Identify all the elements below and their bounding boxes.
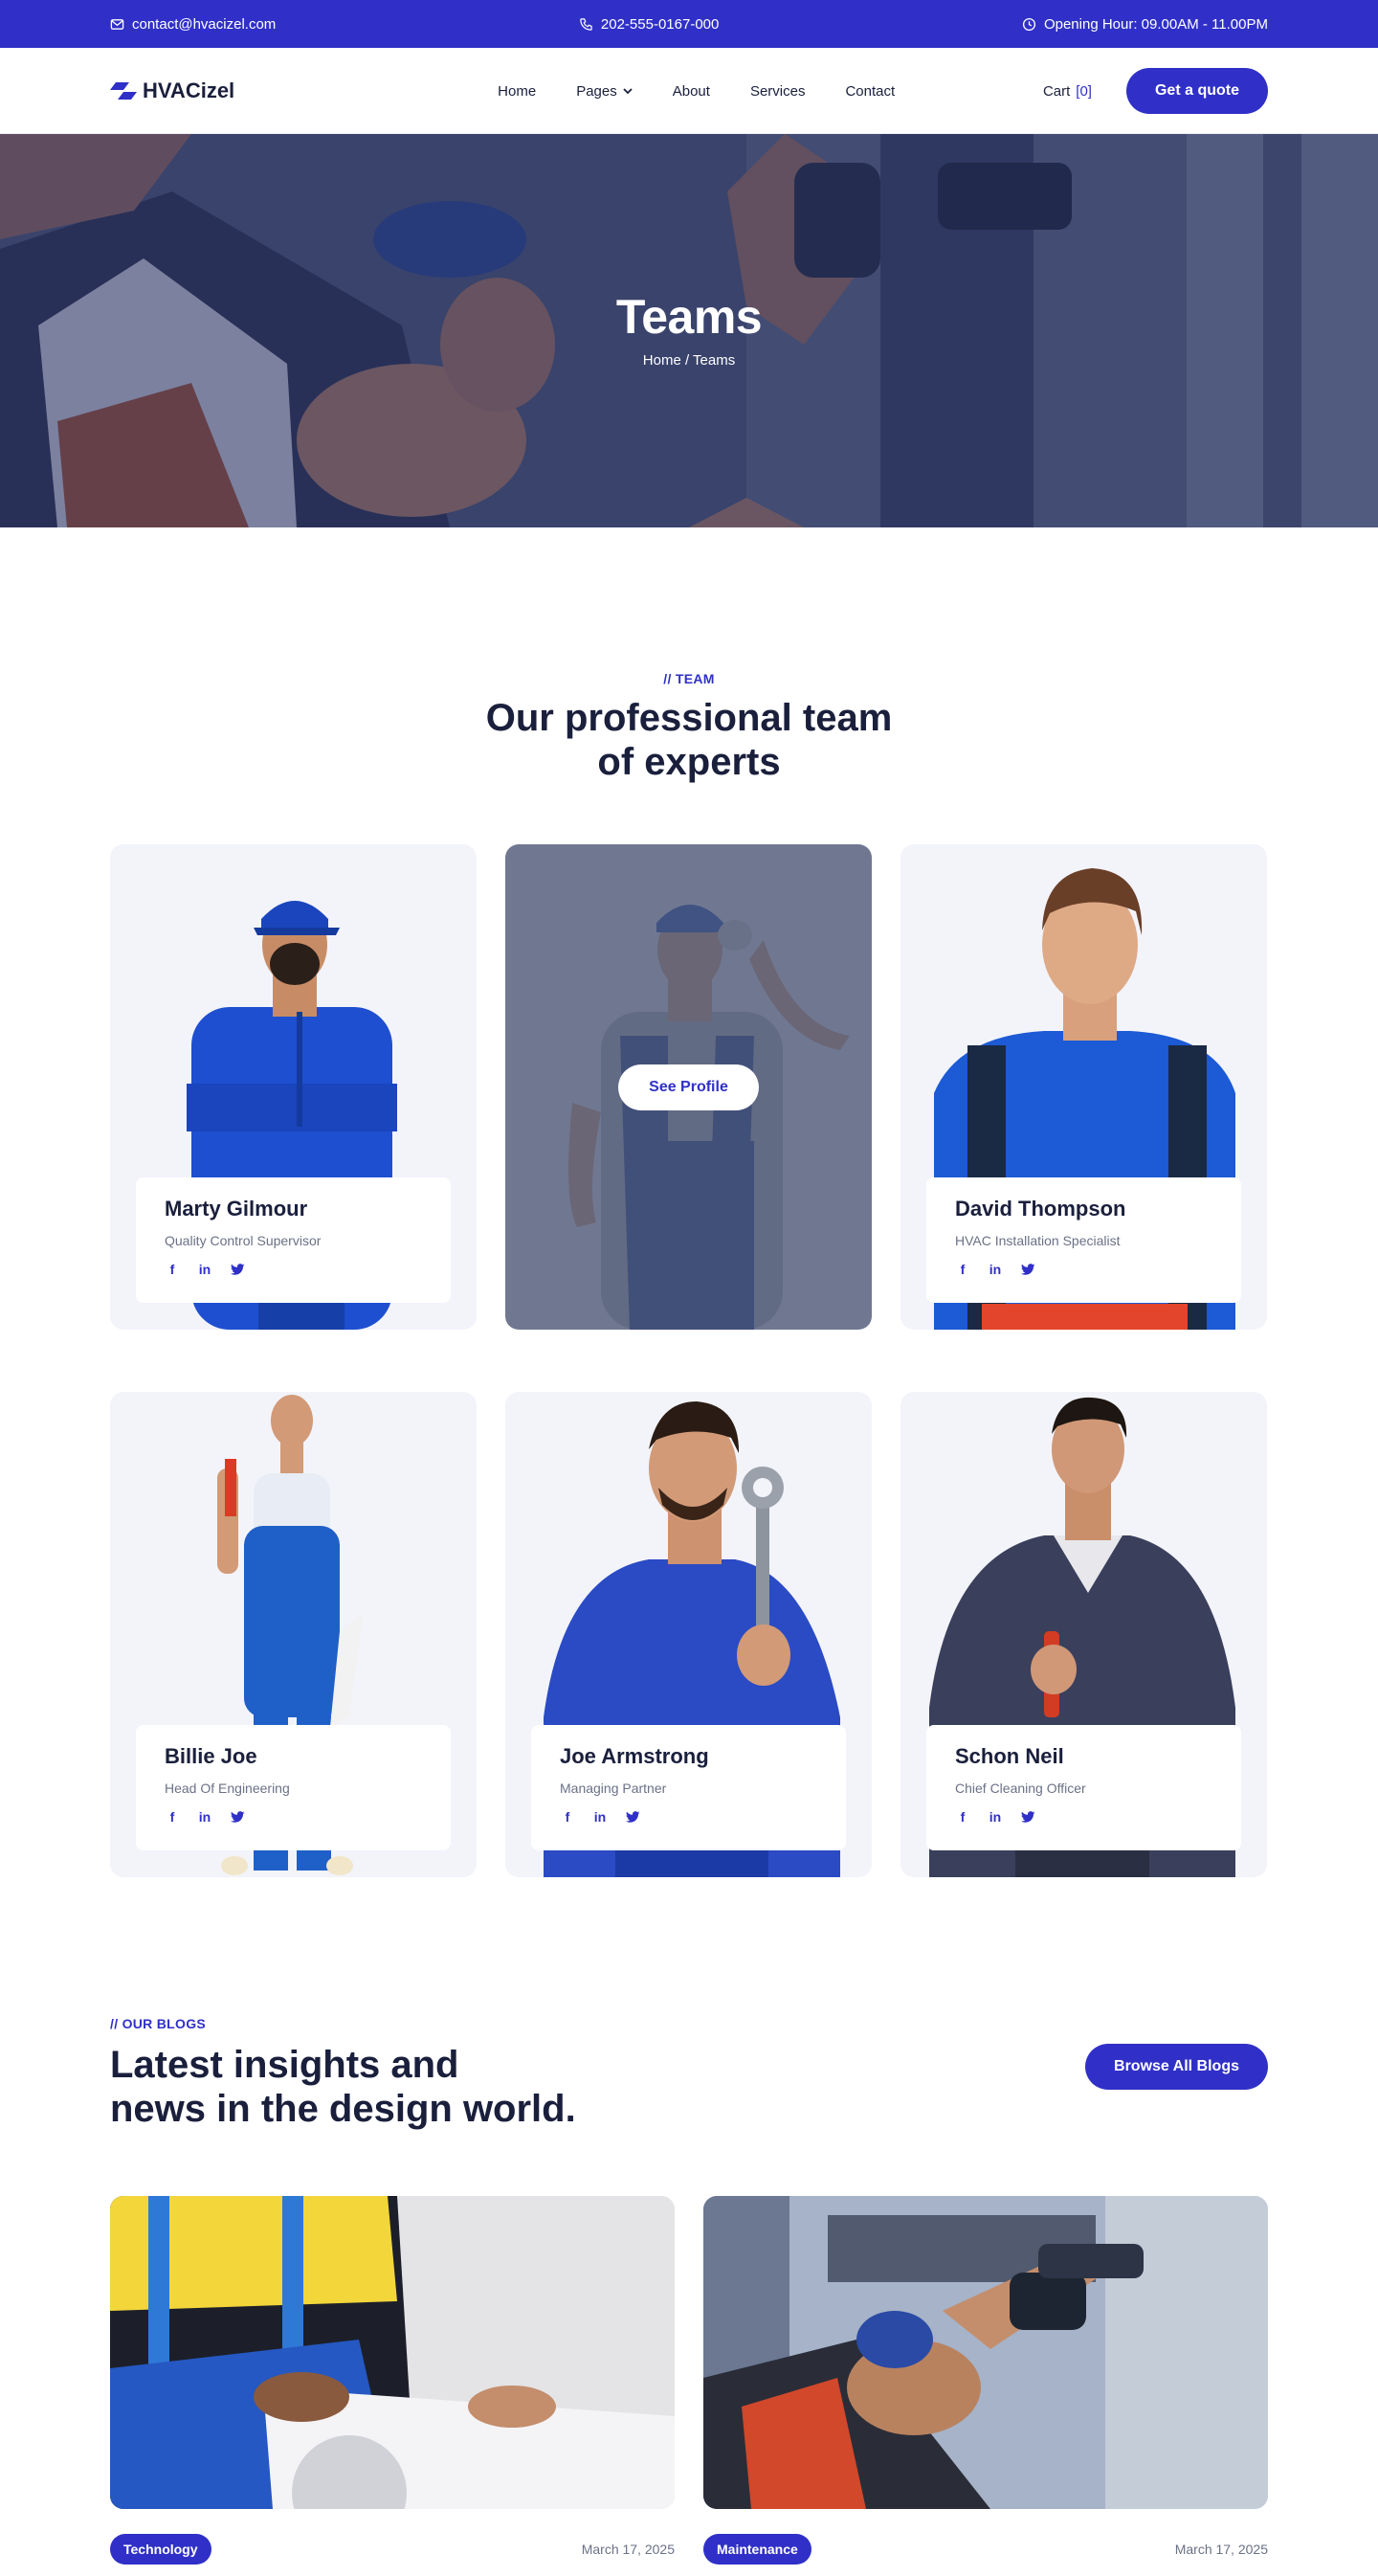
team-member-name: Marty Gilmour — [165, 1197, 308, 1221]
blog-card[interactable]: Technology March 17, 2025 — [110, 2196, 675, 2565]
twitter-icon[interactable] — [230, 1809, 245, 1825]
chevron-down-icon — [623, 87, 633, 94]
see-profile-button[interactable]: See Profile — [618, 1064, 759, 1110]
team-member-info: Schon Neil Chief Cleaning Officer f in — [926, 1725, 1241, 1850]
cart-count: [0] — [1076, 82, 1092, 100]
blog-section: // OUR BLOGS Latest insights and news in… — [0, 1877, 1378, 2565]
facebook-icon[interactable]: f — [955, 1809, 970, 1825]
twitter-icon[interactable] — [1020, 1809, 1035, 1825]
blog-title: Latest insights and news in the design w… — [110, 2043, 576, 2131]
nav-item-contact[interactable]: Contact — [845, 83, 895, 100]
team-card-hovered[interactable]: See Profile — [505, 844, 872, 1330]
nav-menu: Home Pages About Services Contact — [498, 83, 895, 100]
team-member-info: Billie Joe Head Of Engineering f in — [136, 1725, 451, 1850]
mail-icon — [110, 18, 124, 30]
team-card[interactable]: Schon Neil Chief Cleaning Officer f in — [900, 1392, 1267, 1877]
nav-item-services[interactable]: Services — [750, 83, 806, 100]
team-title-line2: of experts — [597, 741, 781, 783]
social-links: f in — [165, 1262, 422, 1277]
nav-item-about[interactable]: About — [673, 83, 710, 100]
team-eyebrow: // TEAM — [663, 671, 715, 686]
cart-link[interactable]: Cart [0] — [1043, 83, 1092, 100]
contact-phone[interactable]: 202-555-0167-000 — [579, 16, 719, 33]
linkedin-icon[interactable]: in — [988, 1809, 1003, 1825]
team-section: // TEAM Our professional team of experts — [0, 527, 1378, 1877]
team-member-info: Marty Gilmour Quality Control Supervisor… — [136, 1177, 451, 1303]
team-member-name: Schon Neil — [955, 1744, 1064, 1768]
team-member-info: David Thompson HVAC Installation Special… — [926, 1177, 1241, 1303]
blog-tag[interactable]: Technology — [110, 2534, 211, 2565]
team-title: Our professional team of experts — [110, 696, 1268, 784]
team-card[interactable]: Marty Gilmour Quality Control Supervisor… — [110, 844, 477, 1330]
team-member-role: HVAC Installation Specialist — [955, 1233, 1121, 1248]
linkedin-icon[interactable]: in — [988, 1262, 1003, 1277]
main-navigation: HVACizel Home Pages About Services Conta… — [0, 48, 1378, 134]
team-title-line1: Our professional team — [485, 697, 893, 739]
phone-icon — [580, 17, 592, 31]
twitter-icon[interactable] — [1020, 1262, 1035, 1277]
contact-email[interactable]: contact@hvacizel.com — [110, 16, 276, 33]
team-member-role: Managing Partner — [560, 1781, 667, 1796]
opening-hours: Opening Hour: 09.00AM - 11.00PM — [1022, 16, 1268, 33]
blog-image[interactable] — [703, 2196, 1268, 2509]
blog-tag[interactable]: Maintenance — [703, 2534, 811, 2565]
linkedin-icon[interactable]: in — [592, 1809, 608, 1825]
card-hover-overlay: See Profile — [505, 844, 872, 1330]
get-quote-button[interactable]: Get a quote — [1125, 68, 1268, 114]
twitter-icon[interactable] — [230, 1262, 245, 1277]
logo[interactable]: HVACizel — [110, 78, 234, 103]
email-text: contact@hvacizel.com — [132, 15, 277, 33]
team-member-info: Joe Armstrong Managing Partner f in — [531, 1725, 846, 1850]
logo-icon — [110, 82, 137, 100]
social-links: f in — [955, 1262, 1212, 1277]
social-links: f in — [955, 1809, 1212, 1825]
team-member-name: David Thompson — [955, 1197, 1126, 1221]
nav-item-pages-label: Pages — [576, 82, 617, 100]
browse-all-blogs-button[interactable]: Browse All Blogs — [1085, 2044, 1268, 2090]
linkedin-icon[interactable]: in — [197, 1809, 212, 1825]
team-member-name: Billie Joe — [165, 1744, 257, 1768]
facebook-icon[interactable]: f — [165, 1809, 180, 1825]
twitter-icon[interactable] — [625, 1809, 640, 1825]
nav-item-pages[interactable]: Pages — [576, 83, 633, 100]
blog-grid: Technology March 17, 2025 Maintenance Ma… — [110, 2196, 1268, 2565]
blog-eyebrow: // OUR BLOGS — [110, 2016, 207, 2031]
blog-date: March 17, 2025 — [1174, 2542, 1268, 2557]
page-hero: Teams Home / Teams — [0, 134, 1378, 527]
team-card[interactable]: Joe Armstrong Managing Partner f in — [505, 1392, 872, 1877]
page-title: Teams — [615, 290, 763, 344]
linkedin-icon[interactable]: in — [197, 1262, 212, 1277]
hours-text: Opening Hour: 09.00AM - 11.00PM — [1043, 15, 1268, 33]
blog-date: March 17, 2025 — [581, 2542, 675, 2557]
facebook-icon[interactable]: f — [955, 1262, 970, 1277]
facebook-icon[interactable]: f — [560, 1809, 575, 1825]
blog-card[interactable]: Maintenance March 17, 2025 — [703, 2196, 1268, 2565]
blog-title-line1: Latest insights and — [110, 2044, 459, 2086]
team-member-name: Joe Armstrong — [560, 1744, 709, 1768]
team-grid: Marty Gilmour Quality Control Supervisor… — [110, 844, 1268, 1877]
logo-text: HVACizel — [143, 78, 235, 102]
team-member-role: Quality Control Supervisor — [165, 1233, 322, 1248]
breadcrumb[interactable]: Home / Teams — [0, 352, 1378, 369]
facebook-icon[interactable]: f — [165, 1262, 180, 1277]
clock-icon — [1022, 17, 1036, 31]
top-bar: contact@hvacizel.com 202-555-0167-000 Op… — [0, 0, 1378, 48]
team-member-role: Chief Cleaning Officer — [955, 1781, 1086, 1796]
blog-image[interactable] — [110, 2196, 675, 2509]
social-links: f in — [165, 1809, 422, 1825]
team-card[interactable]: Billie Joe Head Of Engineering f in — [110, 1392, 477, 1877]
blog-title-line2: news in the design world. — [110, 2088, 576, 2130]
nav-item-home[interactable]: Home — [498, 83, 536, 100]
team-card[interactable]: David Thompson HVAC Installation Special… — [900, 844, 1267, 1330]
team-member-role: Head Of Engineering — [165, 1781, 290, 1796]
cart-label: Cart — [1042, 82, 1071, 100]
social-links: f in — [560, 1809, 817, 1825]
phone-text: 202-555-0167-000 — [600, 15, 720, 33]
